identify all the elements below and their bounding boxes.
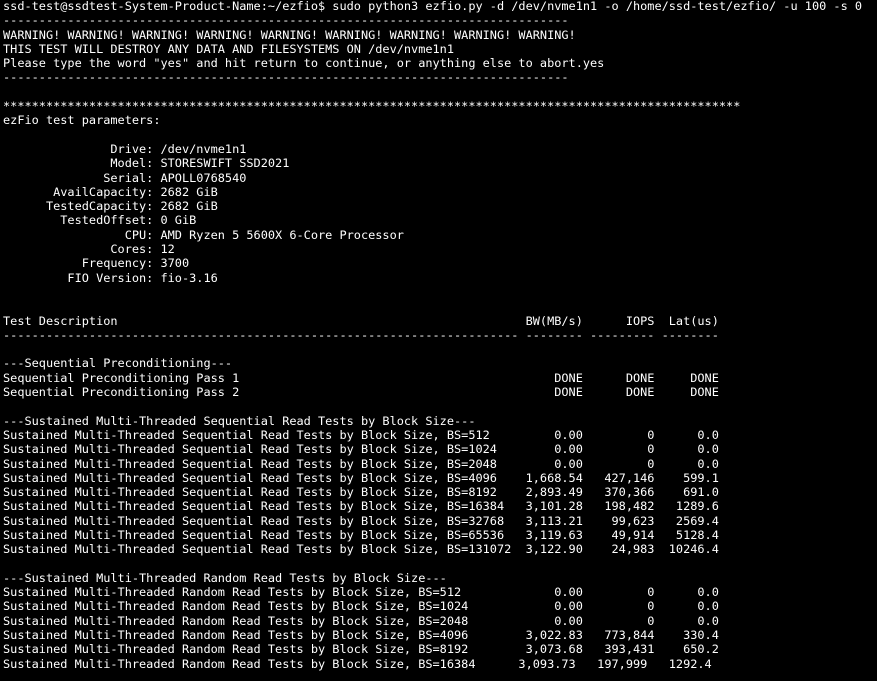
terminal-line: Sequential Preconditioning Pass 2 DONE D… — [3, 385, 719, 400]
terminal-line: Sustained Multi-Threaded Random Read Tes… — [3, 642, 719, 657]
terminal-line: Sustained Multi-Threaded Random Read Tes… — [3, 599, 719, 614]
terminal-line: Sustained Multi-Threaded Sequential Read… — [3, 513, 719, 528]
terminal-line: WARNING! WARNING! WARNING! WARNING! WARN… — [3, 27, 576, 42]
terminal-line: Sustained Multi-Threaded Sequential Read… — [3, 456, 719, 471]
terminal-line: THIS TEST WILL DESTROY ANY DATA AND FILE… — [3, 41, 455, 56]
terminal-line: Serial: APOLL0768540 — [3, 170, 247, 185]
terminal-line: Sequential Preconditioning Pass 1 DONE D… — [3, 370, 719, 385]
terminal-line: Test Description BW(MB/s) IOPS Lat(us) — [3, 313, 719, 328]
terminal-line: ----------------------------------------… — [3, 70, 569, 85]
terminal-line: Sustained Multi-Threaded Sequential Read… — [3, 485, 719, 500]
terminal-line: Sustained Multi-Threaded Sequential Read… — [3, 527, 719, 542]
terminal-line: FIO Version: fio-3.16 — [3, 270, 218, 285]
terminal-line: Sustained Multi-Threaded Sequential Read… — [3, 427, 719, 442]
terminal-line: Sustained Multi-Threaded Sequential Read… — [3, 442, 719, 457]
terminal-line: Please type the word "yes" and hit retur… — [3, 56, 605, 71]
terminal-line: TestedOffset: 0 GiB — [3, 213, 197, 228]
terminal-line: Sustained Multi-Threaded Sequential Read… — [3, 542, 719, 557]
terminal-line: Sustained Multi-Threaded Random Read Tes… — [3, 656, 712, 671]
terminal-output: ssd-test@ssdtest-System-Product-Name:~/e… — [0, 0, 877, 671]
terminal-line: Sustained Multi-Threaded Random Read Tes… — [3, 613, 719, 628]
terminal-line: ---Sequential Preconditioning--- — [3, 356, 233, 371]
terminal-line: Sustained Multi-Threaded Random Read Tes… — [3, 628, 719, 643]
terminal-line: ssd-test@ssdtest-System-Product-Name:~/e… — [3, 0, 863, 13]
terminal-window[interactable]: ssd-test@ssdtest-System-Product-Name:~/e… — [0, 0, 877, 681]
terminal-line: Drive: /dev/nvme1n1 — [3, 141, 247, 156]
terminal-line: ----------------------------------------… — [3, 327, 719, 342]
terminal-line: ----------------------------------------… — [3, 13, 569, 28]
terminal-line: Frequency: 3700 — [3, 256, 190, 271]
terminal-line: Sustained Multi-Threaded Sequential Read… — [3, 470, 719, 485]
terminal-line: AvailCapacity: 2682 GiB — [3, 184, 218, 199]
terminal-line: CPU: AMD Ryzen 5 5600X 6-Core Processor — [3, 227, 404, 242]
terminal-line: ****************************************… — [3, 99, 741, 114]
terminal-line: ---Sustained Multi-Threaded Random Read … — [3, 570, 447, 585]
terminal-line: ezFio test parameters: — [3, 113, 161, 128]
terminal-line: ---Sustained Multi-Threaded Sequential R… — [3, 413, 476, 428]
terminal-line: TestedCapacity: 2682 GiB — [3, 199, 218, 214]
terminal-line: Model: STORESWIFT SSD2021 — [3, 156, 290, 171]
terminal-line: Sustained Multi-Threaded Sequential Read… — [3, 499, 719, 514]
terminal-line: Cores: 12 — [3, 242, 175, 257]
terminal-line: Sustained Multi-Threaded Random Read Tes… — [3, 585, 719, 600]
